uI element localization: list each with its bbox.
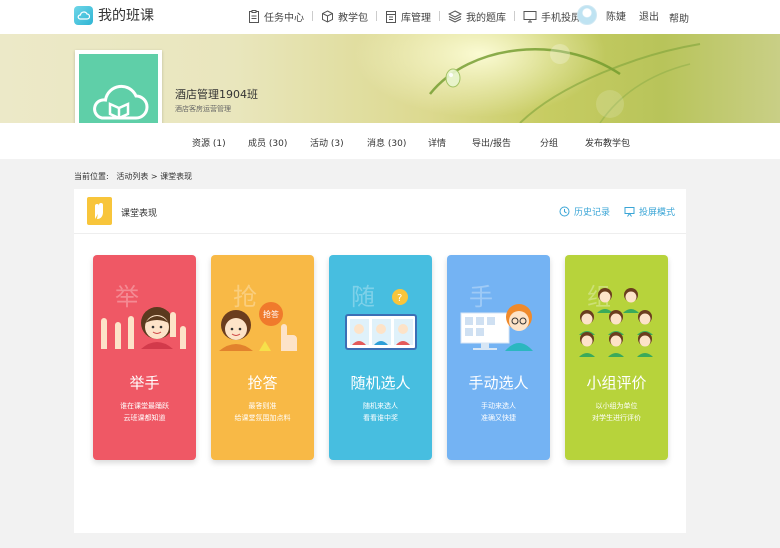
tab-members[interactable]: 成员 (30): [248, 136, 287, 149]
tab-details[interactable]: 详情: [428, 136, 446, 149]
tab-export-report[interactable]: 导出/报告: [472, 136, 511, 149]
card-title: 手动选人: [468, 374, 529, 392]
nav-teaching-package[interactable]: 教学包: [313, 7, 376, 25]
projector-icon: [624, 207, 635, 217]
group-evaluation-card[interactable]: 组 小组评价 以小组为单位 对学生进行评价: [565, 255, 668, 460]
svg-text:?: ?: [397, 293, 402, 304]
package-icon: [322, 9, 333, 23]
class-tabs: 资源 (1) 成员 (30) 活动 (3) 消息 (30) 详情 导出/报告 分…: [0, 123, 780, 159]
class-name: 酒店管理1904班: [175, 88, 258, 101]
card-title: 随机选人: [350, 374, 411, 392]
nav-task-center[interactable]: 任务中心: [240, 7, 312, 25]
cloud-book-icon: [92, 84, 148, 119]
tab-resources[interactable]: 资源 (1): [192, 136, 226, 149]
card-description: 手动来选人 准确又快捷: [481, 402, 516, 422]
course-name: 酒店客房运营管理: [175, 105, 231, 113]
app-title: 我的班课: [98, 8, 154, 24]
tab-publish-package[interactable]: 发布教学包: [585, 136, 630, 149]
clock-icon: [559, 206, 570, 217]
quick-answer-badge: 抢答: [263, 310, 279, 319]
classroom-performance-icon: [87, 197, 112, 225]
card-description: 谁在课堂最踊跃 云班课都知道: [120, 402, 169, 422]
group-evaluation-illustration: [579, 288, 653, 357]
classroom-performance-panel: 课堂表现 历史记录 投屏模式 举 举手 谁在课堂最踊跃 云班课都知道 抢 抢答 …: [74, 189, 686, 533]
card-description: 随机来选人 看看谁中奖: [363, 402, 398, 422]
tab-groups[interactable]: 分组: [540, 136, 558, 149]
task-icon: [249, 9, 259, 23]
raise-hand-card[interactable]: 举 举手 谁在课堂最踊跃 云班课都知道: [93, 255, 196, 460]
panel-title: 课堂表现: [121, 209, 158, 219]
breadcrumb: 当前位置: 活动列表 > 课堂表现: [74, 171, 192, 182]
avatar[interactable]: [577, 5, 597, 25]
app-logo[interactable]: 我的班课: [74, 5, 154, 25]
logout-link[interactable]: 退出: [639, 8, 659, 23]
nav-question-bank[interactable]: 我的题库: [440, 7, 514, 25]
raise-hand-illustration: [101, 307, 186, 349]
card-description: 以小组为单位 对学生进行评价: [592, 402, 641, 422]
random-pick-illustration: ?: [345, 289, 417, 350]
card-description: 最答则准 给课堂氛围加点料: [234, 402, 291, 422]
library-icon: [386, 10, 396, 23]
quick-answer-card[interactable]: 抢 抢答 抢答 最答则准 给课堂氛围加点料: [211, 255, 314, 460]
user-name[interactable]: 陈婕: [606, 8, 626, 23]
panel-header: 课堂表现 历史记录 投屏模式: [74, 189, 686, 234]
help-link[interactable]: 帮助: [669, 10, 689, 25]
top-bar: 我的班课 任务中心 教学包 库管理 我的题库 手机投屏 陈婕 退出 帮助: [0, 0, 780, 34]
random-pick-card[interactable]: 随 ? 随机选人 随机来选人 看看谁中奖: [329, 255, 432, 460]
user-area: 陈婕 退出: [577, 5, 659, 25]
breadcrumb-prefix: 当前位置:: [74, 172, 109, 181]
projection-mode-link[interactable]: 投屏模式: [624, 205, 675, 218]
card-title: 举手: [129, 374, 160, 392]
screen-cast-icon: [523, 10, 537, 22]
tab-activities[interactable]: 活动 (3): [310, 136, 344, 149]
tab-messages[interactable]: 消息 (30): [367, 136, 406, 149]
card-title: 小组评价: [586, 374, 647, 392]
nav-library[interactable]: 库管理: [377, 7, 439, 25]
breadcrumb-path[interactable]: 活动列表 > 课堂表现: [116, 172, 192, 181]
cloud-icon: [74, 5, 93, 25]
card-title: 抢答: [247, 374, 278, 392]
question-bank-icon: [448, 9, 462, 23]
manual-pick-illustration: [460, 304, 533, 351]
manual-pick-card[interactable]: 手 手动选人 手动来选人 准确又快捷: [447, 255, 550, 460]
top-nav: 任务中心 教学包 库管理 我的题库 手机投屏: [240, 7, 590, 25]
history-link[interactable]: 历史记录: [559, 205, 610, 218]
